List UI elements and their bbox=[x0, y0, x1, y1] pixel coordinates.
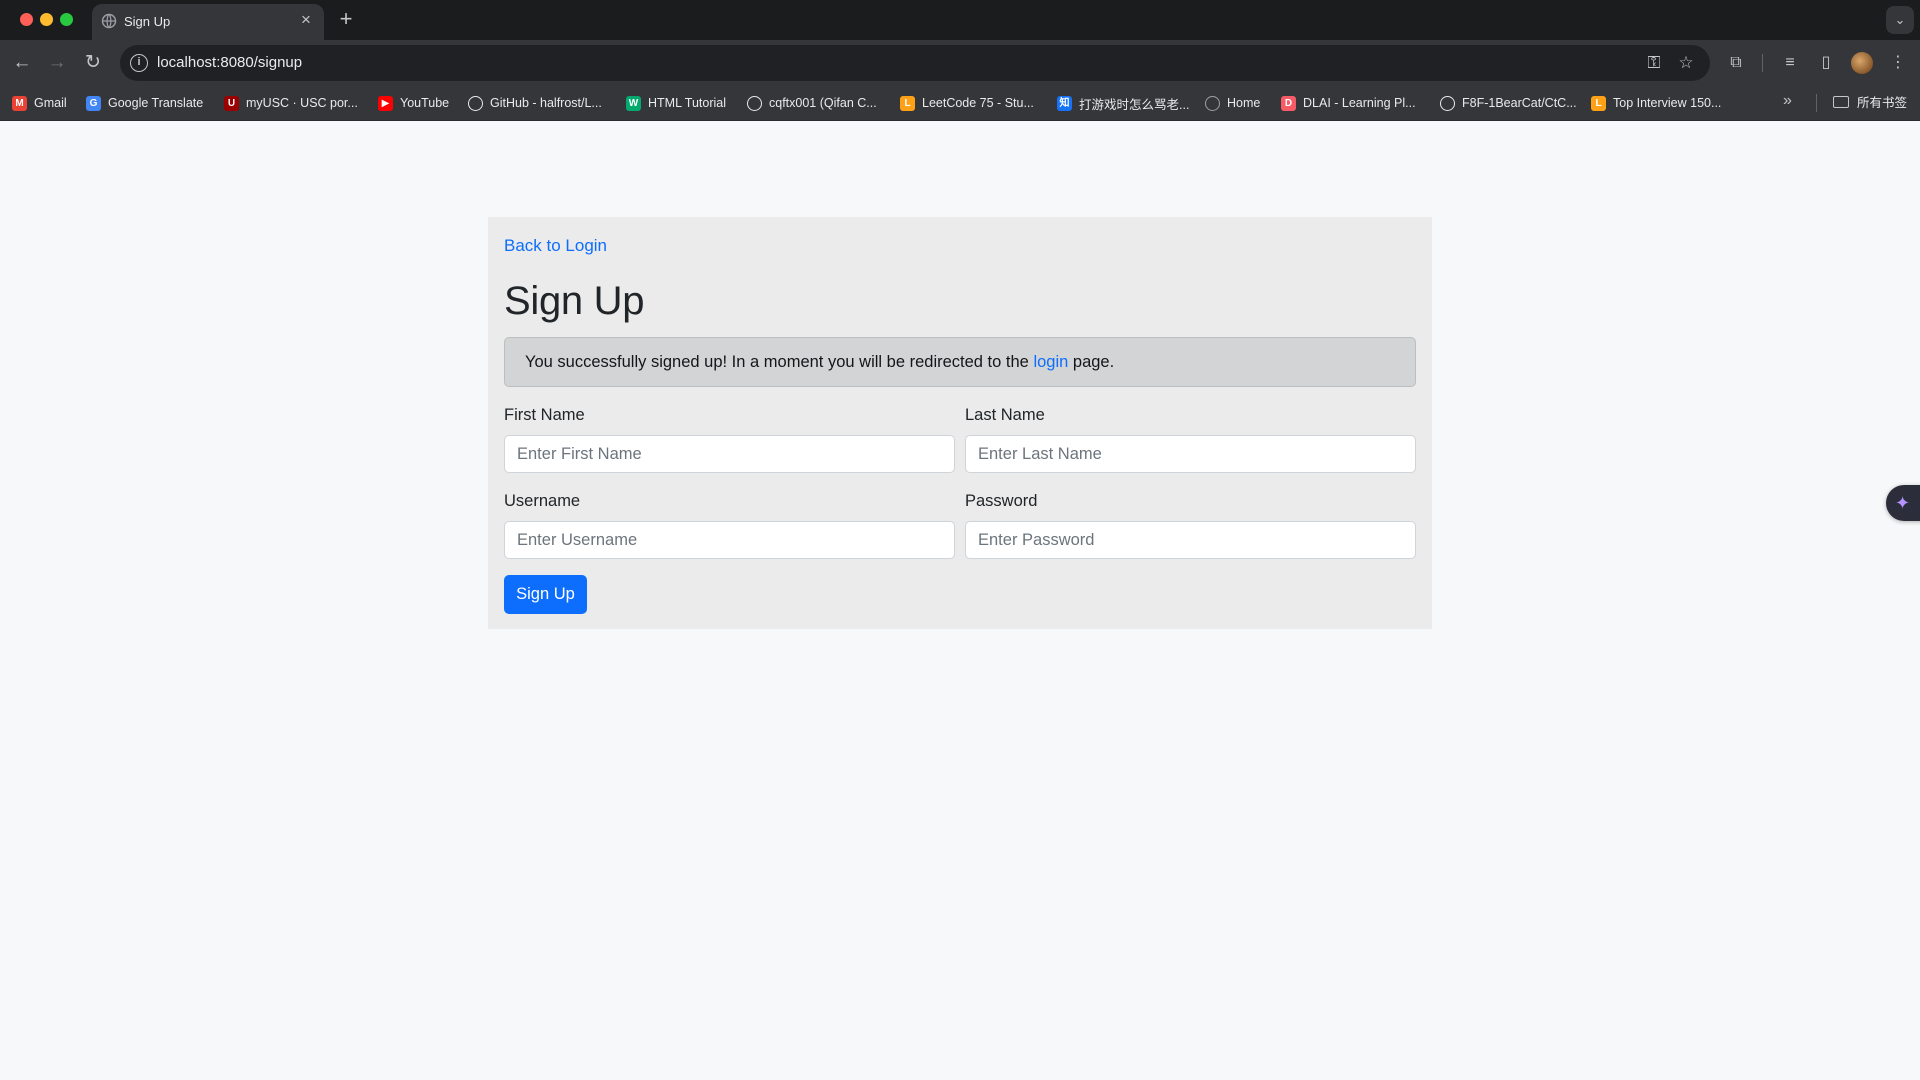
bookmark-label: F8F-1BearCat/CtC... bbox=[1462, 96, 1577, 110]
bookmark-item[interactable]: L LeetCode 75 - Stu... bbox=[900, 92, 1034, 114]
bookmark-item[interactable]: G Google Translate bbox=[86, 92, 203, 114]
bookmarks-divider bbox=[1816, 94, 1817, 112]
address-bar[interactable]: i localhost:8080/signup ⚿ ☆ bbox=[120, 45, 1710, 81]
bookmark-item[interactable]: F8F-1BearCat/CtC... bbox=[1440, 92, 1577, 114]
bookmark-item[interactable]: D DLAI - Learning Pl... bbox=[1281, 92, 1416, 114]
url-host: localhost bbox=[157, 54, 217, 71]
tab-title: Sign Up bbox=[124, 14, 171, 29]
folder-icon bbox=[1833, 95, 1849, 108]
globe-icon bbox=[1205, 95, 1220, 111]
side-panel-icon[interactable]: ▯ bbox=[1814, 51, 1838, 75]
username-input[interactable] bbox=[504, 521, 955, 559]
bookmarks-bar: M Gmail G Google Translate UmyUSC · USC por.… bbox=[0, 86, 1920, 121]
alert-text-before: You successfully signed up! In a moment … bbox=[525, 353, 1034, 371]
bookmark-label: YouTube bbox=[400, 96, 450, 110]
bookmark-item[interactable]: UmyUSC · USC por... bbox=[224, 92, 358, 114]
usc-icon: U bbox=[224, 95, 239, 111]
bookmark-star-icon[interactable]: ☆ bbox=[1676, 53, 1696, 73]
bookmark-label: LeetCode 75 - Stu... bbox=[922, 96, 1034, 110]
alert-text-after: page. bbox=[1068, 353, 1115, 371]
extensions-icon[interactable]: ⧉ bbox=[1724, 51, 1748, 75]
password-key-icon[interactable]: ⚿ bbox=[1644, 53, 1664, 73]
last-name-input[interactable] bbox=[965, 435, 1416, 473]
all-bookmarks-folder[interactable]: 所有书签 bbox=[1833, 92, 1907, 111]
bookmark-label: Home bbox=[1227, 96, 1261, 110]
browser-toolbar: ← → ↻ i localhost:8080/signup ⚿ ☆ ⧉ ≡ ▯ … bbox=[0, 40, 1920, 86]
first-name-label: First Name bbox=[504, 406, 585, 424]
alert-message: You successfully signed up! In a moment … bbox=[525, 353, 1114, 372]
first-name-input[interactable] bbox=[504, 435, 955, 473]
bookmark-item[interactable]: cqftx001 (Qifan C... bbox=[747, 92, 877, 114]
google-translate-icon: G bbox=[86, 95, 101, 111]
bookmark-label: Top Interview 150... bbox=[1613, 96, 1722, 110]
tab-sign-up[interactable]: Sign Up × bbox=[92, 4, 324, 40]
assistant-side-widget[interactable]: ✦ bbox=[1886, 485, 1920, 521]
github-icon bbox=[747, 95, 762, 111]
new-tab-button[interactable]: + bbox=[334, 7, 358, 31]
bookmark-label: GitHub - halfrost/L... bbox=[490, 96, 602, 110]
zhihu-icon: 知 bbox=[1057, 95, 1072, 111]
bookmarks-overflow-icon[interactable]: » bbox=[1783, 92, 1792, 110]
gmail-icon: M bbox=[12, 95, 27, 111]
sign-up-button[interactable]: Sign Up bbox=[504, 575, 587, 614]
close-tab-icon[interactable]: × bbox=[296, 10, 316, 30]
dlai-icon: D bbox=[1281, 95, 1296, 111]
globe-icon bbox=[101, 13, 117, 29]
username-label: Username bbox=[504, 492, 581, 510]
toolbar-divider bbox=[1762, 54, 1763, 72]
bookmark-item[interactable]: 知打游戏时怎么骂老... bbox=[1057, 92, 1189, 114]
close-window-button[interactable] bbox=[20, 13, 33, 26]
last-name-label: Last Name bbox=[965, 406, 1045, 424]
media-controls-icon[interactable]: ≡ bbox=[1778, 51, 1802, 75]
bookmark-item[interactable]: Home bbox=[1205, 92, 1260, 114]
maximize-window-button[interactable] bbox=[60, 13, 73, 26]
more-menu-icon[interactable]: ⋮ bbox=[1886, 51, 1910, 75]
url-path: :8080/signup bbox=[216, 54, 303, 71]
github-icon bbox=[468, 95, 483, 111]
bookmark-label: Google Translate bbox=[108, 96, 204, 110]
bookmark-label: cqftx001 (Qifan C... bbox=[769, 96, 877, 110]
leetcode-icon: L bbox=[1591, 95, 1606, 111]
forward-arrow-icon[interactable]: → bbox=[44, 50, 70, 76]
signup-card: Back to Login Sign Up You successfully s… bbox=[488, 217, 1432, 629]
tab-strip: Sign Up × + ⌄ bbox=[0, 0, 1920, 40]
bookmark-item[interactable]: W HTML Tutorial bbox=[626, 92, 726, 114]
login-link[interactable]: login bbox=[1033, 353, 1068, 371]
w3schools-icon: W bbox=[626, 95, 641, 111]
leetcode-icon: L bbox=[900, 95, 915, 111]
url-text[interactable]: localhost:8080/signup bbox=[157, 54, 302, 71]
youtube-icon: ▶ bbox=[378, 95, 393, 111]
bookmark-label: 打游戏时怎么骂老... bbox=[1079, 97, 1190, 112]
bookmark-item[interactable]: GitHub - halfrost/L... bbox=[468, 92, 602, 114]
password-label: Password bbox=[965, 492, 1038, 510]
browser-chrome: Sign Up × + ⌄ ← → ↻ i localhost:8080/sig… bbox=[0, 0, 1920, 121]
bookmark-item[interactable]: L Top Interview 150... bbox=[1591, 92, 1721, 114]
back-arrow-icon[interactable]: ← bbox=[9, 50, 35, 76]
back-to-login-link[interactable]: Back to Login bbox=[504, 236, 607, 256]
bookmark-label: myUSC · USC por... bbox=[246, 96, 358, 110]
bookmark-item[interactable]: ▶ YouTube bbox=[378, 92, 449, 114]
password-input[interactable] bbox=[965, 521, 1416, 559]
sparkle-icon: ✦ bbox=[1895, 493, 1911, 513]
bookmark-item[interactable]: M Gmail bbox=[12, 92, 67, 114]
github-icon bbox=[1440, 95, 1455, 111]
bookmark-label: DLAI - Learning Pl... bbox=[1303, 96, 1416, 110]
site-info-icon[interactable]: i bbox=[130, 54, 148, 72]
reload-icon[interactable]: ↻ bbox=[80, 50, 106, 76]
minimize-window-button[interactable] bbox=[40, 13, 53, 26]
profile-avatar[interactable] bbox=[1851, 52, 1873, 74]
all-bookmarks-label: 所有书签 bbox=[1857, 96, 1908, 110]
tab-search-button[interactable]: ⌄ bbox=[1886, 6, 1914, 34]
bookmark-label: HTML Tutorial bbox=[648, 96, 727, 110]
bookmark-label: Gmail bbox=[34, 96, 67, 110]
success-alert: You successfully signed up! In a moment … bbox=[504, 337, 1416, 387]
page-title: Sign Up bbox=[504, 279, 645, 323]
